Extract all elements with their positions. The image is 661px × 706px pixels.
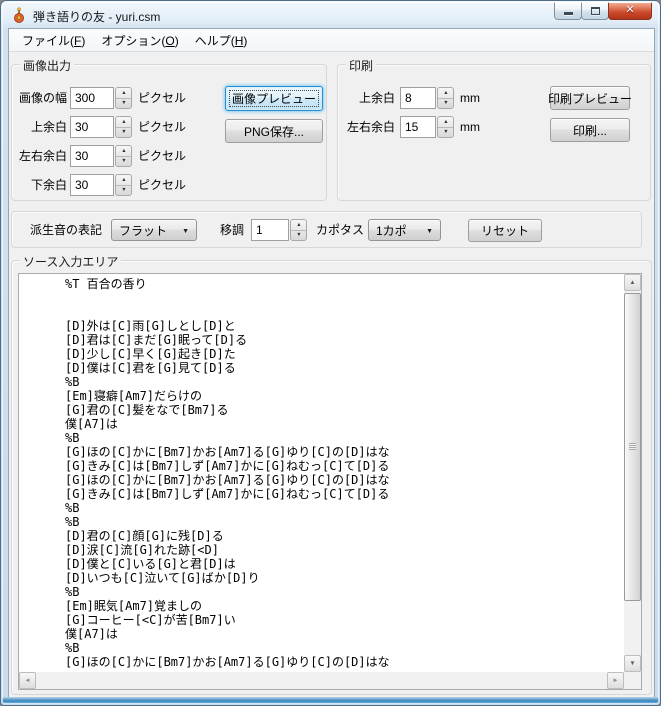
window-bottom-frame	[2, 697, 659, 704]
close-button[interactable]: ✕	[608, 2, 652, 20]
print-side-margin-unit: mm	[460, 120, 480, 134]
accidental-value: フラット	[119, 223, 168, 238]
image-output-group-title: 画像出力	[20, 57, 75, 74]
image-side-margin-spinner[interactable]: ▲ ▼	[115, 145, 132, 167]
spin-down-icon[interactable]: ▼	[116, 186, 131, 196]
image-side-margin-unit: ピクセル	[138, 149, 187, 163]
image-bottom-margin-input[interactable]: 30	[70, 174, 114, 196]
accidental-label: 派生音の表記	[30, 223, 103, 237]
menu-file[interactable]: ファイル(F)	[14, 29, 93, 52]
spin-down-icon[interactable]: ▼	[438, 99, 453, 109]
vertical-scrollbar-thumb[interactable]	[624, 293, 641, 601]
scroll-left-icon: ◄	[24, 677, 31, 684]
scroll-left-button[interactable]: ◄	[19, 672, 36, 689]
spin-up-icon[interactable]: ▲	[116, 117, 131, 128]
menu-bar: ファイル(F) オプション(O) ヘルプ(H)	[9, 29, 654, 52]
caption-buttons: ✕	[554, 2, 652, 20]
close-icon: ✕	[625, 4, 635, 16]
print-side-margin-label: 左右余白	[346, 120, 395, 134]
image-width-unit: ピクセル	[138, 91, 187, 105]
print-button[interactable]: 印刷...	[550, 118, 630, 142]
scrollbar-corner	[624, 672, 641, 689]
reset-button[interactable]: リセット	[468, 219, 542, 242]
image-width-label: 画像の幅	[18, 91, 67, 105]
spin-up-icon[interactable]: ▲	[438, 88, 453, 99]
chevron-down-icon: ▼	[182, 228, 189, 235]
scroll-right-button[interactable]: ►	[607, 672, 624, 689]
image-top-margin-label: 上余白	[30, 120, 67, 134]
image-bottom-margin-unit: ピクセル	[138, 178, 187, 192]
image-top-margin-input[interactable]: 30	[70, 116, 114, 138]
maximize-icon	[590, 6, 600, 15]
window-title: 弾き語りの友 - yuri.csm	[33, 10, 161, 24]
horizontal-scrollbar[interactable]: ◄ ►	[19, 672, 624, 689]
transpose-input[interactable]: 1	[251, 219, 289, 241]
scroll-down-icon: ▼	[629, 660, 636, 667]
print-side-margin-input[interactable]: 15	[400, 116, 436, 138]
chevron-down-icon: ▼	[426, 228, 433, 235]
spin-up-icon[interactable]: ▲	[291, 220, 306, 231]
spin-down-icon[interactable]: ▼	[438, 128, 453, 138]
spin-up-icon[interactable]: ▲	[116, 146, 131, 157]
spin-up-icon[interactable]: ▲	[438, 117, 453, 128]
maximize-button[interactable]	[581, 2, 609, 20]
image-bottom-margin-label: 下余白	[30, 178, 67, 192]
menu-help[interactable]: ヘルプ(H)	[187, 29, 256, 52]
image-preview-button[interactable]: 画像プレビュー	[225, 86, 323, 111]
transpose-label: 移調	[220, 223, 245, 237]
transpose-spinner[interactable]: ▲ ▼	[290, 219, 307, 241]
options-group: 派生音の表記 フラット ▼ 移調 1 ▲ ▼ カポタスト 1カポ ▼ リセット	[11, 211, 642, 248]
image-output-group: 画像出力 画像の幅 300 ▲ ▼ ピクセル 上余白 30 ▲ ▼ ピクセル 左…	[11, 57, 327, 201]
menu-options[interactable]: オプション(O)	[93, 29, 186, 52]
spin-up-icon[interactable]: ▲	[116, 88, 131, 99]
vertical-scrollbar[interactable]: ▲ ▼	[624, 274, 641, 672]
scroll-right-icon: ►	[612, 677, 619, 684]
capo-label: カポタスト	[316, 223, 377, 237]
spin-down-icon[interactable]: ▼	[116, 157, 131, 167]
image-width-input[interactable]: 300	[70, 87, 114, 109]
save-png-button[interactable]: PNG保存...	[225, 119, 323, 143]
source-text[interactable]: %T 百合の香り [D]外は[C]雨[G]しとし[D]と [D]君は[C]まだ[…	[19, 274, 623, 671]
title-bar[interactable]: 弾き語りの友 - yuri.csm ✕	[1, 1, 660, 29]
image-side-margin-input[interactable]: 30	[70, 145, 114, 167]
guitar-app-icon	[14, 7, 24, 23]
capo-value: 1カポ	[376, 223, 407, 238]
image-side-margin-label: 左右余白	[18, 149, 67, 163]
minimize-icon	[563, 12, 573, 15]
accidental-combobox[interactable]: フラット ▼	[111, 219, 197, 241]
spin-down-icon[interactable]: ▼	[116, 128, 131, 138]
print-group-title: 印刷	[346, 57, 377, 74]
print-top-margin-spinner[interactable]: ▲ ▼	[437, 87, 454, 109]
capo-combobox[interactable]: 1カポ ▼	[368, 219, 441, 241]
print-top-margin-input[interactable]: 8	[400, 87, 436, 109]
print-side-margin-spinner[interactable]: ▲ ▼	[437, 116, 454, 138]
image-top-margin-unit: ピクセル	[138, 120, 187, 134]
source-group: ソース入力エリア %T 百合の香り [D]外は[C]雨[G]しとし[D]と [D…	[11, 253, 652, 695]
scroll-up-button[interactable]: ▲	[624, 274, 641, 291]
print-group: 印刷 上余白 8 ▲ ▼ mm 左右余白 15 ▲ ▼ mm 印刷プレビュー 印…	[337, 57, 651, 201]
image-top-margin-spinner[interactable]: ▲ ▼	[115, 116, 132, 138]
spin-down-icon[interactable]: ▼	[291, 231, 306, 241]
print-top-margin-label: 上余白	[358, 91, 395, 105]
spin-up-icon[interactable]: ▲	[116, 175, 131, 186]
minimize-button[interactable]	[554, 2, 582, 20]
print-top-margin-unit: mm	[460, 91, 480, 105]
client-area: ファイル(F) オプション(O) ヘルプ(H) 画像出力 画像の幅 300 ▲ …	[9, 29, 654, 699]
source-group-title: ソース入力エリア	[20, 253, 122, 270]
print-preview-button[interactable]: 印刷プレビュー	[548, 86, 632, 110]
image-width-spinner[interactable]: ▲ ▼	[115, 87, 132, 109]
image-bottom-margin-spinner[interactable]: ▲ ▼	[115, 174, 132, 196]
scroll-down-button[interactable]: ▼	[624, 655, 641, 672]
source-textarea[interactable]: %T 百合の香り [D]外は[C]雨[G]しとし[D]と [D]君は[C]まだ[…	[18, 273, 642, 690]
app-window: 弾き語りの友 - yuri.csm ✕ ファイル(F) オプション(O) ヘルプ…	[0, 0, 661, 706]
thumb-grip-icon	[629, 443, 636, 450]
scroll-up-icon: ▲	[629, 279, 636, 286]
spin-down-icon[interactable]: ▼	[116, 99, 131, 109]
